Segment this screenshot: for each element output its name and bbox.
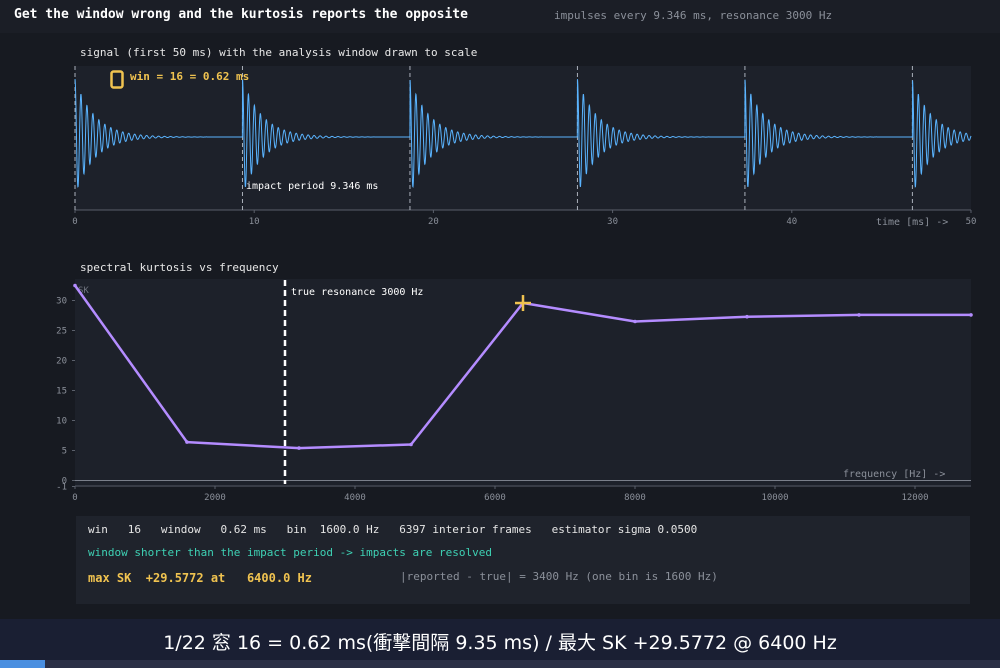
progress-fill (0, 660, 45, 668)
stats-parameters: win 16 window 0.62 ms bin 1600.0 Hz 6397… (88, 523, 698, 536)
kurtosis-y-tick-label: 25 (56, 327, 67, 337)
signal-x-tick-label: 10 (249, 217, 260, 227)
kurtosis-x-tick-label: 6000 (484, 493, 506, 503)
signal-x-axis-label: time [ms] -> (876, 217, 948, 228)
kurtosis-x-ticks: 0 2000 4000 6000 8000 10000 12000 (72, 486, 929, 503)
kurtosis-y-tick-label: -1 (56, 483, 67, 493)
kurtosis-point (409, 442, 413, 447)
kurtosis-y-tick-label: 10 (56, 417, 67, 427)
signal-x-tick-label: 50 (966, 217, 977, 227)
kurtosis-x-tick-label: 12000 (901, 493, 928, 503)
kurtosis-y-tick-label: 5 (62, 447, 67, 457)
kurtosis-y-tick-label: 30 (56, 297, 67, 307)
kurtosis-y-tick-label: 15 (56, 387, 67, 397)
signal-x-ticks: 0 10 20 30 40 50 (72, 210, 976, 227)
stats-error-note: |reported - true| = 3400 Hz (one bin is … (400, 570, 718, 583)
kurtosis-point (297, 446, 301, 450)
kurtosis-point (73, 283, 77, 288)
kurtosis-point (185, 440, 189, 444)
signal-x-tick-label: 40 (786, 217, 797, 227)
kurtosis-x-tick-label: 10000 (761, 493, 788, 503)
impact-period-label: impact period 9.346 ms (246, 181, 378, 192)
kurtosis-x-tick-label: 2000 (204, 493, 226, 503)
stats-panel: win 16 window 0.62 ms bin 1600.0 Hz 6397… (76, 516, 970, 604)
kurtosis-x-tick-label: 4000 (344, 493, 366, 503)
signal-plot-area (75, 66, 971, 210)
kurtosis-y-ticks: 302520151050-1 (56, 297, 75, 493)
kurtosis-y-tick-label: 20 (56, 357, 67, 367)
kurtosis-point (857, 313, 861, 317)
footer-caption: 1/22 窓 16 = 0.62 ms(衝撃間隔 9.35 ms) / 最大 S… (163, 632, 837, 654)
kurtosis-x-tick-label: 0 (72, 493, 77, 503)
true-resonance-label: true resonance 3000 Hz (291, 287, 423, 298)
kurtosis-point (745, 314, 749, 319)
kurtosis-x-tick-label: 8000 (624, 493, 646, 503)
kurtosis-point (969, 313, 973, 317)
signal-x-tick-label: 30 (607, 217, 618, 227)
signal-x-tick-label: 20 (428, 217, 439, 227)
kurtosis-point (633, 319, 637, 324)
stats-verdict: window shorter than the impact period ->… (88, 546, 492, 559)
kurtosis-x-axis-label: frequency [Hz] -> (843, 469, 945, 480)
stats-max-sk: max SK +29.5772 at 6400.0 Hz (88, 571, 312, 585)
signal-x-tick-label: 0 (72, 217, 77, 227)
progress-track (0, 660, 1000, 668)
window-label: win = 16 = 0.62 ms (130, 70, 249, 83)
